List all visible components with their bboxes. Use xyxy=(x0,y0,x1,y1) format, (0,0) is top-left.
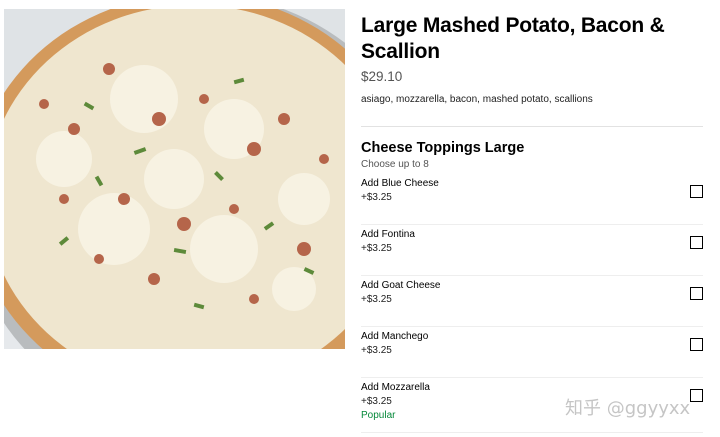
pizza-photo xyxy=(4,9,345,349)
popular-badge: Popular xyxy=(361,410,396,421)
divider xyxy=(361,126,703,127)
option-name: Add Fontina xyxy=(361,229,415,240)
option-price: +$3.25 xyxy=(361,396,392,407)
checkbox[interactable] xyxy=(690,185,703,198)
option-manchego[interactable]: Add Manchego +$3.25 xyxy=(361,327,703,378)
option-fontina[interactable]: Add Fontina +$3.25 xyxy=(361,225,703,276)
item-detail-panel: Large Mashed Potato, Bacon & Scallion $2… xyxy=(361,0,703,434)
section-title: Cheese Toppings Large xyxy=(361,140,525,156)
option-name: Add Goat Cheese xyxy=(361,280,441,291)
checkbox[interactable] xyxy=(690,236,703,249)
checkbox[interactable] xyxy=(690,338,703,351)
option-blue-cheese[interactable]: Add Blue Cheese +$3.25 xyxy=(361,174,703,225)
item-description: asiago, mozzarella, bacon, mashed potato… xyxy=(361,94,593,105)
option-price: +$3.25 xyxy=(361,243,392,254)
section-subtitle: Choose up to 8 xyxy=(361,159,429,170)
checkbox[interactable] xyxy=(690,287,703,300)
option-price: +$3.25 xyxy=(361,192,392,203)
option-goat-cheese[interactable]: Add Goat Cheese +$3.25 xyxy=(361,276,703,327)
watermark: 知乎 @ggyyxx xyxy=(565,398,691,419)
item-title: Large Mashed Potato, Bacon & Scallion xyxy=(361,14,665,63)
option-name: Add Blue Cheese xyxy=(361,178,439,189)
checkbox[interactable] xyxy=(690,389,703,402)
option-price: +$3.25 xyxy=(361,345,392,356)
option-name: Add Manchego xyxy=(361,331,429,342)
option-name: Add Mozzarella xyxy=(361,382,430,393)
item-price: $29.10 xyxy=(361,69,403,84)
option-price: +$3.25 xyxy=(361,294,392,305)
